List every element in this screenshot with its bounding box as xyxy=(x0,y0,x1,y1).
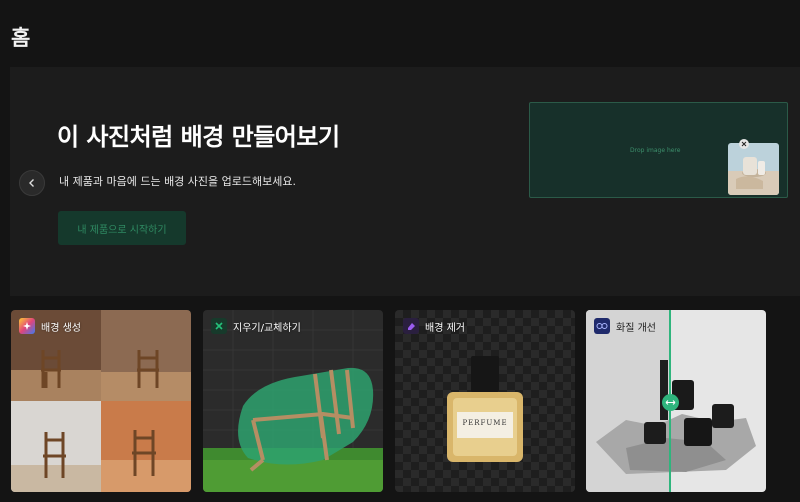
enhance-icon xyxy=(594,318,610,334)
cross-swap-icon xyxy=(211,318,227,334)
banner-subtitle: 내 제품과 마음에 드는 배경 사진을 업로드해보세요. xyxy=(59,175,296,188)
sample-background-thumbnail[interactable] xyxy=(728,143,779,195)
banner-heading: 이 사진처럼 배경 만들어보기 xyxy=(57,123,340,151)
gradient-sparkle-icon xyxy=(19,318,35,334)
card-label-erase-replace: 지우기/교체하기 xyxy=(233,322,301,334)
thumbnail-remove-badge[interactable] xyxy=(739,139,749,149)
start-with-my-product-button[interactable]: 내 제품으로 시작하기 xyxy=(58,211,186,245)
carousel-prev-button[interactable] xyxy=(19,170,45,196)
feature-card-background-removal[interactable]: 배경 제거 PERFUME xyxy=(395,310,575,492)
close-icon xyxy=(741,141,747,147)
card-label-quality-enhancement: 화질 개선 xyxy=(616,322,656,334)
compare-slider-handle[interactable] xyxy=(662,394,679,411)
chevron-left-icon xyxy=(29,179,34,187)
drop-zone-label: Drop image here xyxy=(630,147,681,154)
image-drop-zone[interactable]: Drop image here xyxy=(529,102,788,198)
feature-card-quality-enhancement[interactable]: 화질 개선 xyxy=(586,310,766,492)
card-label-background-removal: 배경 제거 xyxy=(425,322,465,334)
double-arrow-icon xyxy=(665,400,676,405)
card-label-background-generation: 배경 생성 xyxy=(41,322,81,334)
hero-banner: 이 사진처럼 배경 만들어보기 내 제품과 마음에 드는 배경 사진을 업로드해… xyxy=(10,67,800,296)
perfume-label-text: PERFUME xyxy=(462,419,508,427)
feature-card-background-generation[interactable]: 배경 생성 xyxy=(11,310,191,492)
page-title: 홈 xyxy=(11,26,31,50)
feature-card-erase-replace[interactable]: 지우기/교체하기 xyxy=(203,310,383,492)
eraser-icon xyxy=(403,318,419,334)
